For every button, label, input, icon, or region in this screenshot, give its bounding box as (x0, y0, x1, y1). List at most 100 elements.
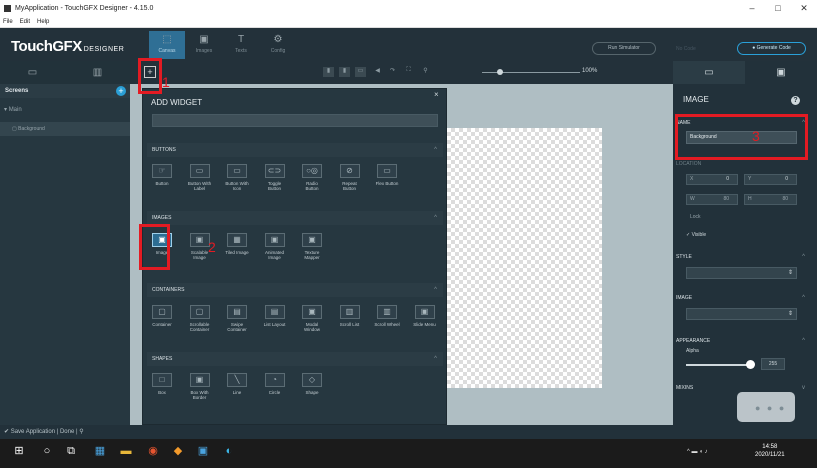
section-containers[interactable]: CONTAINERS ^ (147, 283, 443, 297)
widget-container[interactable]: ▢ Container (149, 305, 175, 327)
taskbar-search-icon[interactable]: ○ (40, 444, 54, 458)
widget-slide-menu[interactable]: ▣ Slide Menu (412, 305, 438, 327)
annotation-box-2 (139, 224, 170, 270)
widget-icon: ⊘ (339, 164, 360, 178)
tab-canvas[interactable]: ⬚ Canvas (149, 31, 185, 59)
widget-icon: ▭ (189, 164, 210, 178)
screens-tab-icon[interactable]: ▭ (0, 61, 65, 84)
style-header: STYLE ^ (676, 254, 805, 260)
widget-animated-image[interactable]: ▣ Animated Image (262, 233, 288, 260)
collapse-icon: ^ (434, 356, 437, 362)
edge-icon[interactable]: ◐ (222, 444, 236, 458)
visible-checkbox[interactable]: ✓ Visible (686, 232, 706, 238)
widget-radio-button[interactable]: ○◎ Radio Button (299, 164, 325, 191)
tab-texts[interactable]: T Texts (223, 31, 259, 59)
widget-label: Radio Button (305, 181, 319, 191)
height-field[interactable]: H 80 (744, 194, 797, 205)
menu-bar: File Edit Help (0, 17, 817, 28)
app-icon (4, 5, 11, 12)
system-tray[interactable]: ^ ▬ ◖ ♪ (687, 449, 707, 455)
clock[interactable]: 14:58 2020/11/21 (755, 443, 785, 459)
widget-shape[interactable]: ◇ Shape (299, 373, 325, 395)
generate-code-button[interactable]: ● Generate Code (737, 42, 806, 55)
taskbar-app2-icon[interactable]: ◆ (171, 444, 185, 458)
widget-tiled-image[interactable]: ▦ Tiled Image (224, 233, 250, 255)
help-icon[interactable]: ? (791, 96, 800, 105)
menu-file[interactable]: File (3, 19, 13, 25)
widget-button-with-label[interactable]: ▭ Button With Label (187, 164, 213, 191)
widget-scroll-wheel[interactable]: ▥ Scroll Wheel (374, 305, 400, 327)
redo-icon[interactable]: ↷ (387, 67, 398, 77)
status-bar: ✔ Save Application | Done | ⚲ (0, 425, 817, 439)
maximize-button[interactable]: □ (765, 0, 791, 17)
minimize-button[interactable]: – (739, 0, 765, 17)
tab-images[interactable]: ▣ Images (186, 31, 222, 59)
image-dropdown[interactable]: ⇕ (686, 308, 797, 320)
section-images[interactable]: IMAGES ^ (147, 211, 443, 225)
texts-icon: T (237, 34, 245, 45)
menu-edit[interactable]: Edit (20, 19, 30, 25)
section-shapes[interactable]: SHAPES ^ (147, 352, 443, 366)
zoom-slider-handle[interactable] (497, 69, 503, 75)
widget-search-input[interactable] (152, 114, 438, 127)
widget-line[interactable]: ╲ Line (224, 373, 250, 395)
menu-help[interactable]: Help (37, 19, 49, 25)
widget-circle[interactable]: ◔ Circle (262, 373, 288, 395)
section-buttons[interactable]: BUTTONS ^ (147, 143, 443, 157)
widget-texture-mapper[interactable]: ▣ Texture Mapper (299, 233, 325, 260)
lock-checkbox[interactable]: Lock (690, 214, 701, 220)
title-bar: MyApplication - TouchGFX Designer - 4.15… (0, 0, 817, 17)
width-field[interactable]: W 80 (686, 194, 738, 205)
touchgfx-taskbar-icon[interactable]: ▣ (196, 444, 210, 458)
tree-item-main[interactable]: ▾ Main (4, 106, 22, 113)
search-icon[interactable]: ⚲ (79, 429, 83, 435)
widget-scrollable-container[interactable]: ▢ Scrollable Container (187, 305, 213, 332)
y-field[interactable]: Y0 (744, 174, 797, 185)
run-simulator-button[interactable]: Run Simulator (592, 42, 656, 55)
widget-list-layout[interactable]: ▤ List Layout (262, 305, 288, 327)
widget-flex-button[interactable]: ▭ Flex Button (374, 164, 400, 186)
windows-start-icon[interactable]: ⊞ (12, 444, 26, 458)
widget-repeat-button[interactable]: ⊘ Repeat Button (337, 164, 363, 191)
widget-icon: ▦ (227, 233, 247, 247)
tree-item-background[interactable]: ▢ Background (0, 122, 130, 136)
fit-screen-icon[interactable]: ⛶ (403, 67, 414, 77)
properties-tab-icon[interactable]: ▭ (673, 61, 745, 84)
widget-icon: ◇ (302, 373, 322, 387)
undo-icon[interactable]: ◀ (372, 67, 383, 77)
location-header: LOCATION (676, 161, 702, 167)
tab-config[interactable]: ⚙ Config (260, 31, 296, 59)
annotation-number-1: 1 (162, 74, 170, 90)
alpha-slider-handle[interactable] (746, 360, 755, 369)
config-icon: ⚙ (273, 34, 283, 45)
add-screen-icon[interactable]: + (116, 86, 126, 96)
x-field[interactable]: X0 (686, 174, 738, 185)
alpha-slider[interactable] (686, 364, 751, 366)
task-view-icon[interactable]: ⧉ (64, 444, 78, 458)
file-explorer-icon[interactable]: ▬ (119, 444, 133, 458)
widget-swipe-container[interactable]: ▤ Swipe Container (224, 305, 250, 332)
widget-toggle-button[interactable]: ⊂⊃ Toggle Button (262, 164, 288, 191)
close-window-button[interactable]: ✕ (791, 0, 817, 17)
interactions-tab-icon[interactable]: ▣ (745, 61, 817, 84)
chat-bubble-icon[interactable]: ● ● ● (737, 392, 795, 422)
chrome-icon[interactable]: ◉ (146, 444, 160, 458)
group-icon[interactable]: ▭ (355, 67, 366, 77)
style-dropdown[interactable]: ⇕ (686, 267, 797, 279)
taskbar-app-icon[interactable]: ▦ (93, 444, 107, 458)
widgets-tab-icon[interactable]: ▥ (65, 61, 130, 84)
widget-button[interactable]: ☞ Button (149, 164, 175, 186)
left-panel-tabs: ▭ ▥ (0, 61, 130, 84)
alpha-value-field[interactable]: 255 (761, 358, 785, 370)
zoom-icon[interactable]: ⚲ (420, 67, 431, 77)
widget-box-with-border[interactable]: ▣ Box With Border (187, 373, 213, 400)
widget-icon: ☞ (152, 164, 172, 178)
align-center-icon[interactable]: ▮ (339, 67, 350, 77)
screen-canvas[interactable] (447, 128, 602, 388)
close-icon[interactable]: × (434, 90, 439, 99)
widget-button-with-icon[interactable]: ▭ Button With Icon (224, 164, 250, 191)
widget-modal-window[interactable]: ▣ Modal Window (299, 305, 325, 332)
align-icon[interactable]: ▮ (323, 67, 334, 77)
widget-box[interactable]: □ Box (149, 373, 175, 395)
widget-scroll-list[interactable]: ▥ Scroll List (337, 305, 363, 327)
